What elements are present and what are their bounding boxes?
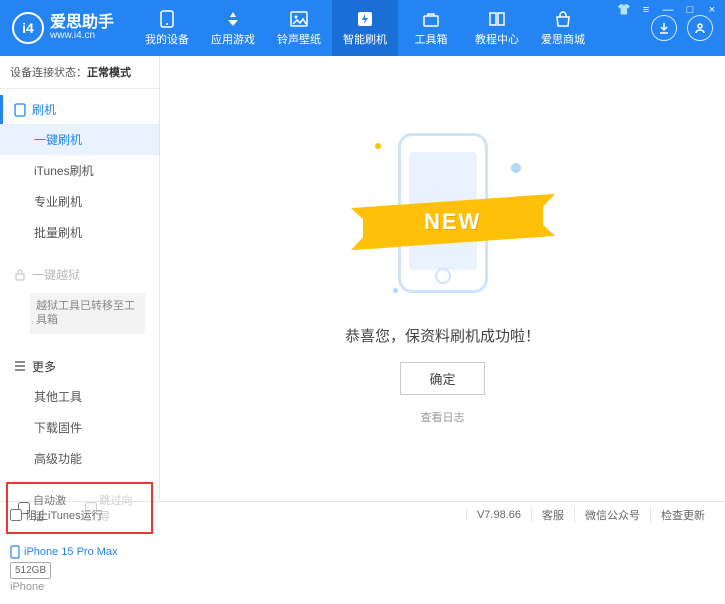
nav-toolbox[interactable]: 工具箱 (398, 0, 464, 56)
sidebar-section-more[interactable]: 更多 (0, 352, 159, 381)
view-log-link[interactable]: 查看日志 (421, 409, 465, 425)
download-button[interactable] (651, 15, 677, 41)
app-title: 爱思助手 (50, 15, 114, 31)
jailbreak-note: 越狱工具已转移至工具箱 (30, 293, 145, 334)
nav-my-device[interactable]: 我的设备 (134, 0, 200, 56)
sidebar-item-oneclick[interactable]: 一键刷机 (0, 124, 159, 155)
sidebar: 设备连接状态：正常模式 刷机 一键刷机 iTunes刷机 专业刷机 批量刷机 一… (0, 56, 160, 501)
app-subtitle: www.i4.cn (50, 31, 114, 41)
sidebar-item-othertools[interactable]: 其他工具 (0, 381, 159, 412)
nav-store[interactable]: 爱思商城 (530, 0, 596, 56)
lock-icon (14, 269, 26, 281)
app-logo: i4 爱思助手 www.i4.cn (12, 12, 114, 44)
check-update-link[interactable]: 检查更新 (650, 507, 715, 523)
phone-icon (157, 10, 177, 28)
nav-flash[interactable]: 智能刷机 (332, 0, 398, 56)
top-nav: 我的设备 应用游戏 铃声壁纸 智能刷机 工具箱 教程中心 爱思商城 (134, 0, 643, 56)
checkbox-block-itunes[interactable]: 阻止iTunes运行 (10, 507, 103, 523)
image-icon (289, 10, 309, 28)
sidebar-item-itunes[interactable]: iTunes刷机 (0, 155, 159, 186)
flash-icon (355, 10, 375, 28)
device-icon (10, 545, 20, 559)
success-message: 恭喜您，保资料刷机成功啦！ (345, 325, 540, 346)
titlebar: i4 爱思助手 www.i4.cn 我的设备 应用游戏 铃声壁纸 智能刷机 工具… (0, 0, 725, 56)
main-content: NEW 恭喜您，保资料刷机成功啦！ 确定 查看日志 (160, 56, 725, 501)
user-button[interactable] (687, 15, 713, 41)
support-link[interactable]: 客服 (531, 507, 574, 523)
nav-tutorials[interactable]: 教程中心 (464, 0, 530, 56)
ok-button[interactable]: 确定 (400, 362, 484, 395)
maximize-icon[interactable]: □ (683, 4, 697, 16)
storage-badge: 512GB (10, 562, 51, 579)
version-label: V7.98.66 (466, 509, 531, 521)
sidebar-item-download-fw[interactable]: 下载固件 (0, 412, 159, 443)
logo-icon: i4 (12, 12, 44, 44)
window-controls: 👕 ≡ — □ × (617, 3, 719, 16)
toolbox-icon (421, 10, 441, 28)
store-icon (553, 10, 573, 28)
list-icon (14, 361, 26, 371)
sidebar-section-jailbreak: 一键越狱 (0, 260, 159, 289)
menu-icon[interactable]: ≡ (639, 4, 653, 16)
sidebar-item-advanced[interactable]: 高级功能 (0, 443, 159, 474)
apps-icon (223, 10, 243, 28)
connection-status: 设备连接状态：正常模式 (0, 56, 159, 89)
close-icon[interactable]: × (705, 4, 719, 16)
nav-ringtones[interactable]: 铃声壁纸 (266, 0, 332, 56)
sidebar-item-batch[interactable]: 批量刷机 (0, 217, 159, 248)
skin-icon[interactable]: 👕 (617, 3, 631, 16)
sidebar-section-flash[interactable]: 刷机 (0, 95, 159, 124)
device-info[interactable]: iPhone 15 Pro Max 512GB iPhone (0, 536, 159, 604)
book-icon (487, 10, 507, 28)
wechat-link[interactable]: 微信公众号 (574, 507, 650, 523)
minimize-icon[interactable]: — (661, 4, 675, 16)
sidebar-item-pro[interactable]: 专业刷机 (0, 186, 159, 217)
phone-small-icon (14, 103, 26, 117)
success-illustration: NEW (353, 123, 533, 303)
nav-apps[interactable]: 应用游戏 (200, 0, 266, 56)
